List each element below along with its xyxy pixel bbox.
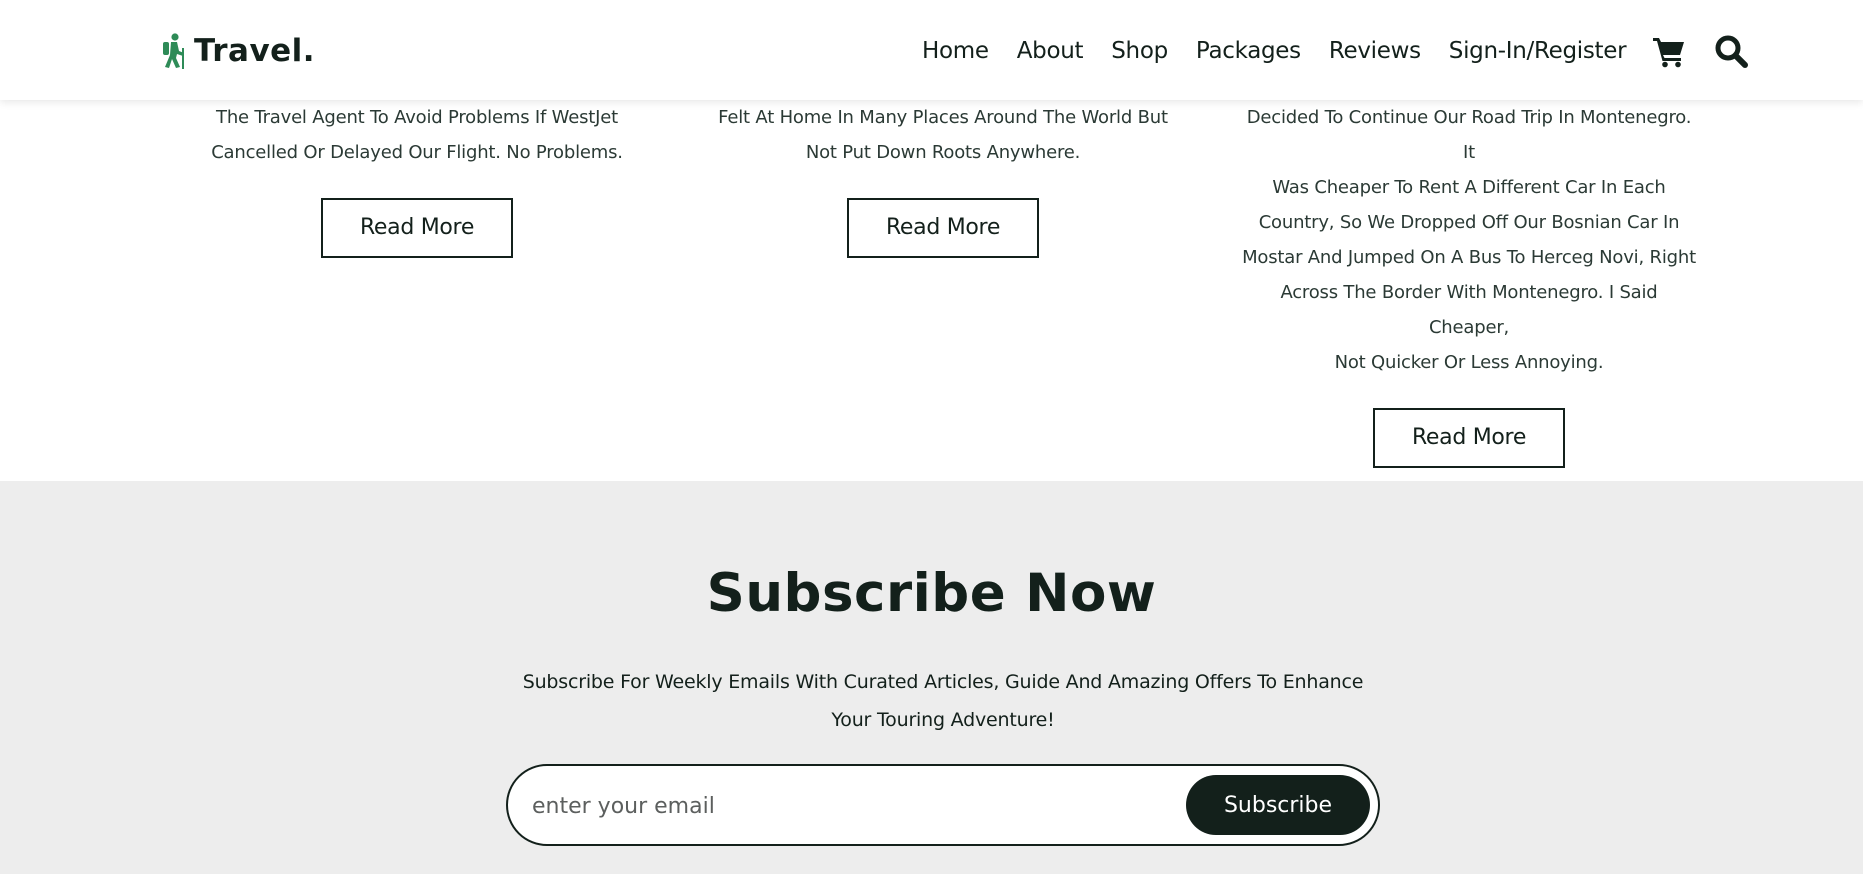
site-header: Travel. Home About Shop Packages Reviews… <box>0 0 1863 100</box>
nav-about[interactable]: About <box>1017 38 1084 64</box>
blog-card: The Travel Agent To Avoid Problems If We… <box>187 100 647 258</box>
card-text: Felt At Home In Many Places Around The W… <box>718 107 1168 163</box>
nav-reviews[interactable]: Reviews <box>1329 38 1421 64</box>
read-more-button[interactable]: Read More <box>321 198 513 258</box>
cart-icon[interactable] <box>1652 34 1686 68</box>
logo-text: Travel. <box>194 33 316 69</box>
blog-card: Decided To Continue Our Road Trip In Mon… <box>1239 100 1699 468</box>
read-more-button[interactable]: Read More <box>847 198 1039 258</box>
email-input[interactable] <box>532 784 1132 828</box>
nav-sign-in-register[interactable]: Sign-In/Register <box>1449 38 1627 64</box>
logo[interactable]: Travel. <box>160 30 315 72</box>
subscribe-description: Subscribe For Weekly Emails With Curated… <box>522 671 1364 731</box>
nav-packages[interactable]: Packages <box>1196 38 1301 64</box>
search-icon[interactable] <box>1714 34 1749 68</box>
card-text: Decided To Continue Our Road Trip In Mon… <box>1242 107 1696 373</box>
subscribe-title: Subscribe Now <box>706 563 1157 624</box>
card-text: The Travel Agent To Avoid Problems If We… <box>211 107 623 163</box>
blog-card: Felt At Home In Many Places Around The W… <box>713 100 1173 258</box>
hiker-icon <box>163 33 184 69</box>
read-more-button[interactable]: Read More <box>1373 408 1565 468</box>
main-nav: Home About Shop Packages Reviews Sign-In… <box>922 30 1749 72</box>
nav-shop[interactable]: Shop <box>1111 38 1168 64</box>
nav-home[interactable]: Home <box>922 38 989 64</box>
subscribe-section: Subscribe Now Subscribe For Weekly Email… <box>0 481 1863 874</box>
subscribe-form: Subscribe <box>506 764 1380 846</box>
subscribe-button[interactable]: Subscribe <box>1186 775 1370 835</box>
